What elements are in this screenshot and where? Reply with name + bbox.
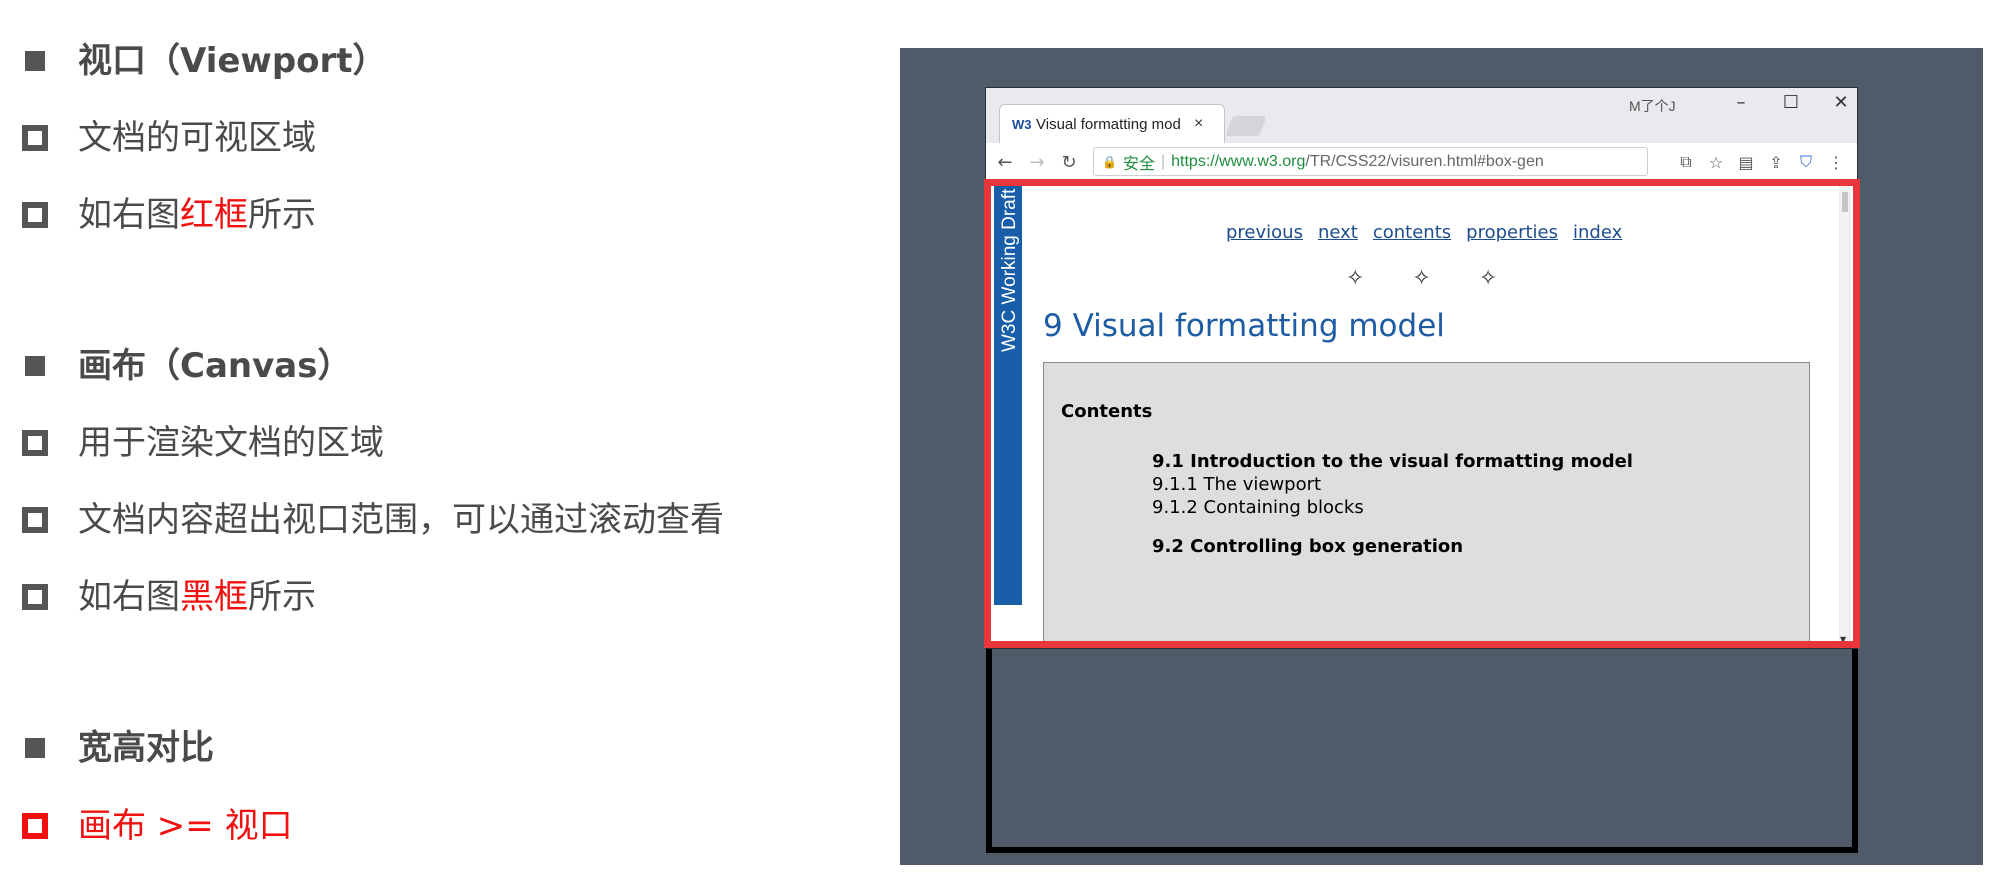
back-arrow-icon[interactable]: ←: [992, 152, 1018, 173]
highlighted-text: 画布 >= 视口: [78, 806, 293, 846]
bullet-item: 如右图红框所示: [22, 190, 316, 240]
tab-close-icon[interactable]: ×: [1194, 115, 1203, 133]
w3c-favicon-icon: W3: [1012, 116, 1032, 132]
bullet-text: 视口（Viewport）: [78, 36, 387, 86]
shield-extension-icon[interactable]: ⛉: [1791, 152, 1821, 172]
bookmark-star-icon[interactable]: ☆: [1701, 153, 1731, 172]
bullet-item: 视口（Viewport）: [22, 36, 387, 86]
bullet-item: 文档的可视区域: [22, 113, 316, 163]
hollow-square-bullet-icon: [22, 125, 48, 151]
bullet-text: 画布（Canvas）: [78, 341, 351, 391]
bullet-text: 宽高对比: [78, 723, 214, 773]
bullet-item: 画布（Canvas）: [22, 341, 351, 391]
extension-icon-2[interactable]: ⇪: [1761, 153, 1791, 172]
bullet-text: 用于渲染文档的区域: [78, 418, 384, 468]
window-close-icon[interactable]: ✕: [1821, 92, 1861, 113]
toolbar-actions: ⧉ ☆ ▤ ⇪ ⛉ ⋮: [1671, 143, 1851, 181]
bullet-text: 文档的可视区域: [78, 113, 316, 163]
viewport-frame: [984, 179, 1860, 648]
maximize-icon[interactable]: ☐: [1771, 92, 1811, 113]
new-tab-button[interactable]: [1225, 116, 1267, 136]
bullet-text-part: 文档的可视区域: [78, 118, 316, 158]
bullet-text-part: 画布（Canvas）: [78, 346, 352, 386]
secure-label: 安全: [1122, 155, 1155, 173]
filled-square-bullet-icon: [25, 51, 45, 71]
address-separator: |: [1160, 152, 1166, 170]
bullet-text-part: 视口（Viewport）: [78, 41, 387, 81]
hollow-square-bullet-icon: [22, 430, 48, 456]
tab-title: Visual formatting mod: [1036, 115, 1181, 133]
url-path: /TR/CSS22/visuren.html#box-gen: [1305, 152, 1544, 170]
bullet-item: 文档内容超出视口范围，可以通过滚动查看: [22, 495, 724, 545]
url-host: https://www.w3.org: [1171, 152, 1306, 170]
filled-square-bullet-icon: [25, 738, 45, 758]
bullet-text: 如右图黑框所示: [78, 572, 316, 622]
bullet-text-part: 所示: [248, 195, 316, 235]
bullet-item: 用于渲染文档的区域: [22, 418, 384, 468]
translate-icon[interactable]: ⧉: [1671, 152, 1701, 172]
minimize-icon[interactable]: –: [1721, 92, 1761, 113]
user-profile-badge[interactable]: M了个J: [1629, 96, 1676, 116]
reload-icon[interactable]: ↻: [1056, 152, 1082, 173]
bullet-text-part: 宽高对比: [78, 728, 214, 768]
bullet-item: 宽高对比: [22, 723, 214, 773]
browser-tab[interactable]: W3 Visual formatting mod ×: [999, 104, 1225, 143]
bullet-text: 如右图红框所示: [78, 190, 316, 240]
browser-toolbar: ← → ↻ 🔒 安全 | https://www.w3.org /TR/CSS2…: [986, 143, 1857, 182]
forward-arrow-icon[interactable]: →: [1024, 152, 1050, 173]
bullet-text-part: 如右图: [78, 577, 180, 617]
bullet-text: 画布 >= 视口: [78, 801, 293, 851]
highlighted-text: 红框: [180, 195, 248, 235]
bullet-text-part: 文档内容超出视口范围，可以通过滚动查看: [78, 500, 724, 540]
hollow-square-bullet-icon: [22, 813, 48, 839]
extension-icon[interactable]: ▤: [1731, 153, 1761, 172]
menu-kebab-icon[interactable]: ⋮: [1821, 153, 1851, 172]
bullet-text-part: 所示: [248, 577, 316, 617]
filled-square-bullet-icon: [25, 356, 45, 376]
bullet-item: 如右图黑框所示: [22, 572, 316, 622]
title-bar: W3 Visual formatting mod × M了个J – ☐ ✕: [986, 88, 1857, 143]
hollow-square-bullet-icon: [22, 202, 48, 228]
address-bar[interactable]: 🔒 安全 | https://www.w3.org /TR/CSS22/visu…: [1093, 147, 1648, 176]
lock-icon: 🔒: [1102, 154, 1117, 169]
bullet-text-part: 如右图: [78, 195, 180, 235]
hollow-square-bullet-icon: [22, 507, 48, 533]
hollow-square-bullet-icon: [22, 584, 48, 610]
bullet-text: 文档内容超出视口范围，可以通过滚动查看: [78, 495, 724, 545]
bullet-text-part: 用于渲染文档的区域: [78, 423, 384, 463]
illustration-panel: W3 Visual formatting mod × M了个J – ☐ ✕ ← …: [900, 48, 1983, 865]
bullet-item: 画布 >= 视口: [22, 801, 293, 851]
highlighted-text: 黑框: [180, 577, 248, 617]
